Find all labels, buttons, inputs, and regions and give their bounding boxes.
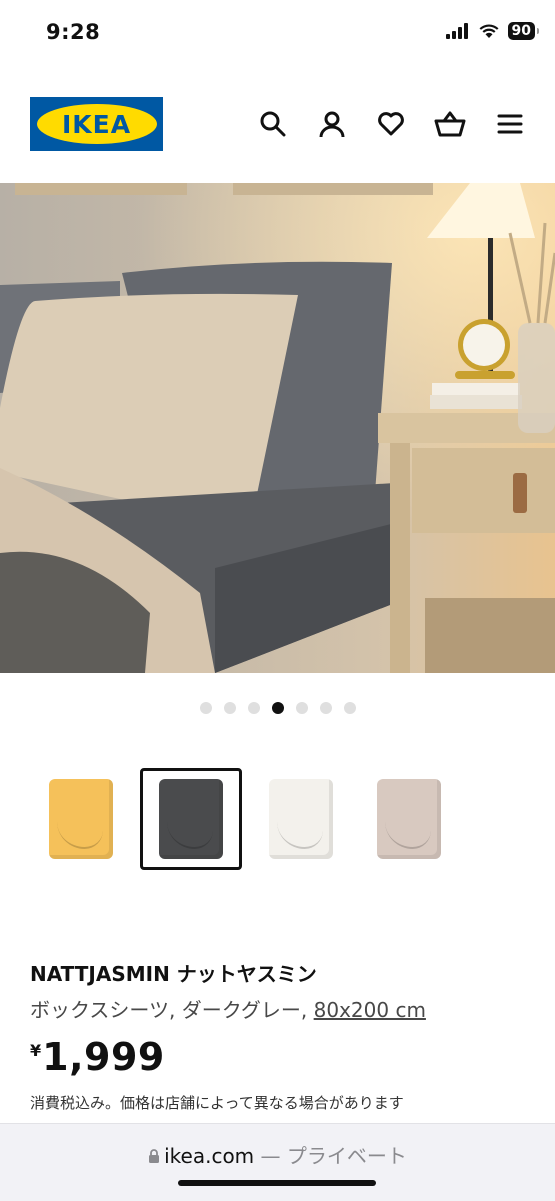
lock-icon — [149, 1149, 160, 1163]
swatch-white-image — [269, 779, 333, 859]
product-price: ¥ 1,999 — [30, 1035, 165, 1079]
swatch-yellow[interactable] — [30, 768, 132, 870]
signal-icon — [445, 23, 468, 39]
carousel-dot-6[interactable] — [319, 702, 332, 714]
url-domain: ikea.com — [164, 1144, 255, 1168]
product-type-color: ボックスシーツ, ダークグレー, — [30, 998, 314, 1022]
tax-note: 消費税込み。価格は店舗によって異なる場合があります — [30, 1094, 404, 1112]
swatch-dark-grey-image — [159, 779, 223, 859]
product-name: NATTJASMIN ナットヤスミン — [30, 962, 317, 986]
wifi-icon — [479, 24, 499, 38]
carousel-dot-7[interactable] — [343, 702, 356, 714]
status-indicators: 90 — [445, 22, 540, 40]
url-display[interactable]: ikea.com — プライベート — [0, 1140, 555, 1169]
swatch-beige[interactable] — [358, 768, 460, 870]
private-mode-label: プライベート — [286, 1144, 407, 1168]
account-icon[interactable] — [316, 108, 348, 140]
carousel-dot-4[interactable] — [271, 702, 284, 714]
currency-symbol: ¥ — [30, 1041, 42, 1060]
product-hero-image[interactable] — [0, 183, 555, 673]
logo-oval: IKEA — [36, 104, 157, 144]
status-time: 9:28 — [46, 20, 101, 44]
logo-text: IKEA — [61, 109, 132, 139]
carousel-dot-3[interactable] — [247, 702, 260, 714]
carousel-dots — [0, 702, 555, 714]
swatch-yellow-image — [49, 779, 113, 859]
battery-level: 90 — [507, 22, 540, 40]
home-indicator[interactable] — [178, 1180, 376, 1186]
carousel-dot-2[interactable] — [223, 702, 236, 714]
favorites-icon[interactable] — [375, 108, 407, 140]
url-separator: — — [260, 1144, 281, 1168]
price-value: 1,999 — [42, 1035, 165, 1079]
swatch-white[interactable] — [250, 768, 352, 870]
size-link[interactable]: 80x200 cm — [314, 998, 426, 1022]
product-description: ボックスシーツ, ダークグレー, 80x200 cm — [30, 994, 426, 1023]
menu-icon[interactable] — [494, 108, 526, 140]
swatch-beige-image — [377, 779, 441, 859]
swatch-dark-grey[interactable] — [140, 768, 242, 870]
search-icon[interactable] — [257, 108, 289, 140]
cart-icon[interactable] — [434, 108, 466, 140]
ikea-logo[interactable]: IKEA — [30, 97, 163, 151]
carousel-dot-1[interactable] — [199, 702, 212, 714]
carousel-dot-5[interactable] — [295, 702, 308, 714]
